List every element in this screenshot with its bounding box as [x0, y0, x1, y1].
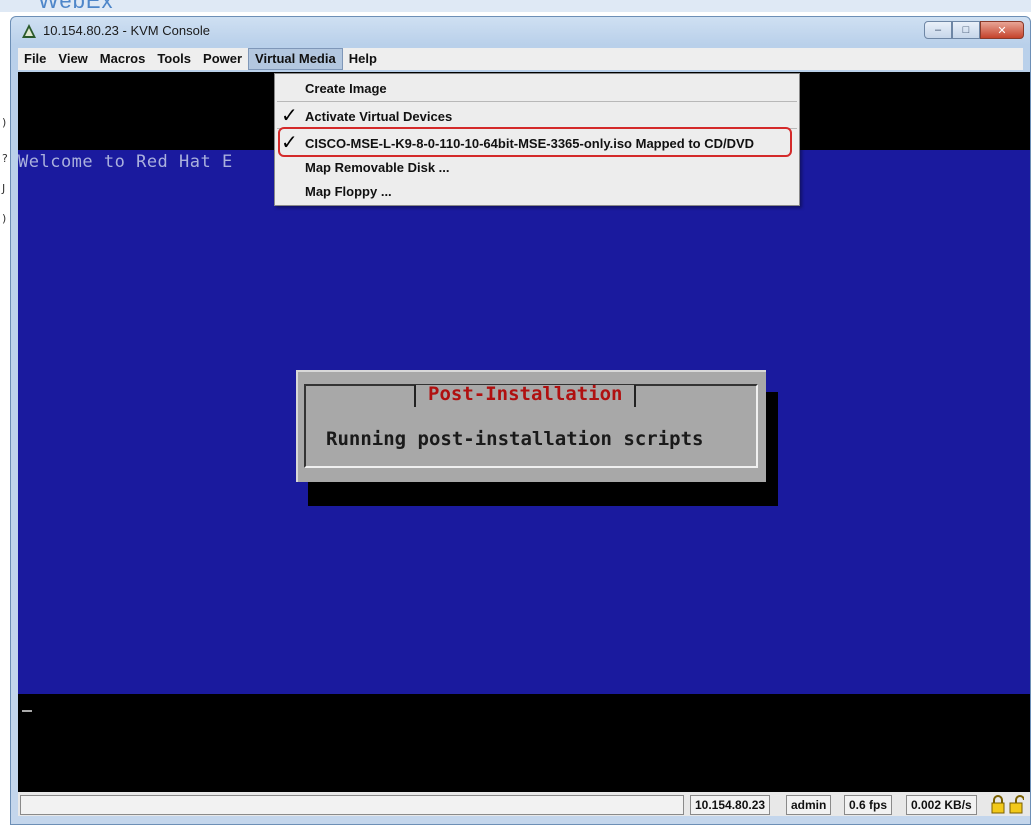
menu-macros[interactable]: Macros [94, 48, 152, 70]
title-bar[interactable]: 10.154.80.23 - KVM Console – □ ✕ [11, 17, 1030, 45]
menu-file[interactable]: File [18, 48, 52, 70]
menu-separator [277, 101, 797, 102]
minimize-button[interactable]: – [924, 21, 952, 39]
desktop-glyph: ) [2, 116, 7, 129]
menu-item-activate-virtual-devices[interactable]: ✓ Activate Virtual Devices [275, 103, 799, 127]
console-welcome-line: Welcome to Red Hat E [18, 152, 233, 172]
status-bar: 10.154.80.23 admin 0.6 fps 0.002 KB/s [18, 792, 1030, 816]
checkmark-icon: ✓ [281, 103, 298, 127]
status-rate: 0.002 KB/s [906, 795, 977, 815]
desktop-glyph: J [2, 182, 6, 195]
menu-view[interactable]: View [52, 48, 93, 70]
lock-closed-icon[interactable] [990, 795, 1006, 815]
desktop-background: WebEx [0, 0, 1031, 13]
webex-brand-text: WebEx [38, 0, 114, 13]
maximize-button[interactable]: □ [952, 21, 980, 39]
dialog-frame: Post-Installation Running post-installat… [304, 384, 758, 468]
menu-bar: File View Macros Tools Power Virtual Med… [18, 48, 1023, 70]
menu-power[interactable]: Power [197, 48, 248, 70]
menu-virtual-media[interactable]: Virtual Media [248, 48, 343, 70]
window-controls: – □ ✕ [924, 21, 1024, 39]
menu-tools[interactable]: Tools [151, 48, 197, 70]
menu-item-map-removable-disk[interactable]: Map Removable Disk ... [275, 156, 799, 178]
status-user: admin [786, 795, 832, 815]
menu-item-map-floppy[interactable]: Map Floppy ... [275, 180, 799, 202]
menu-item-label: Map Removable Disk ... [305, 160, 450, 175]
desktop-glyph: ) [2, 212, 7, 225]
desktop-left-strip: ) ? J ) [0, 12, 10, 825]
status-message-field [20, 795, 684, 815]
dialog-title: Post-Installation [414, 385, 637, 407]
close-button[interactable]: ✕ [980, 21, 1024, 39]
window-title: 10.154.80.23 - KVM Console [43, 23, 210, 38]
highlight-annotation [278, 127, 792, 157]
menu-item-create-image[interactable]: Create Image [275, 77, 799, 99]
desktop-glyph: ? [2, 152, 8, 165]
console-cursor [22, 710, 32, 712]
status-host: 10.154.80.23 [690, 795, 771, 815]
dialog-message: Running post-installation scripts [326, 428, 704, 450]
warning-triangle-icon [22, 24, 36, 38]
status-fps: 0.6 fps [844, 795, 893, 815]
menu-item-label: Create Image [305, 81, 387, 96]
post-installation-dialog: Post-Installation Running post-installat… [296, 370, 766, 482]
menu-help[interactable]: Help [343, 48, 383, 70]
lock-open-icon[interactable] [1008, 795, 1024, 815]
menu-item-label: Activate Virtual Devices [305, 109, 453, 124]
menu-item-label: Map Floppy ... [305, 184, 392, 199]
